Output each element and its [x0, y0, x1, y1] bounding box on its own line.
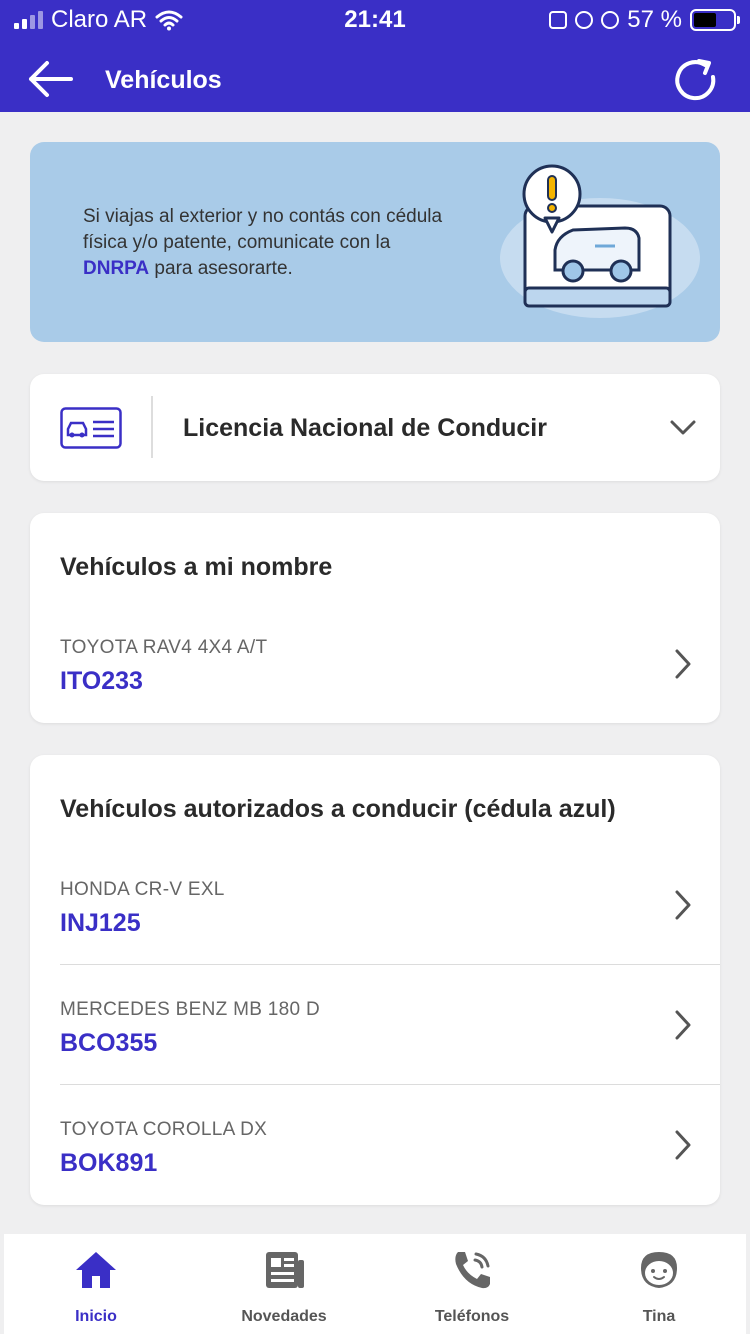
portrait-lock-icon — [549, 11, 568, 29]
nav-item-inicio[interactable]: Inicio — [21, 1248, 171, 1328]
chevron-down-icon[interactable] — [668, 412, 698, 442]
info-banner: Si viajas al exterior y no contás con cé… — [30, 142, 720, 342]
vehicle-row[interactable]: TOYOTA RAV4 4X4 A/T ITO233 — [30, 605, 720, 725]
vehicle-row[interactable]: MERCEDES BENZ MB 180 D BCO355 — [30, 965, 720, 1085]
news-icon — [266, 1252, 304, 1288]
banner-text-after: para asesorarte. — [149, 258, 293, 279]
chevron-right-icon — [675, 1010, 691, 1040]
banner-text: Si viajas al exterior y no contás con cé… — [83, 204, 453, 282]
vehicle-model: TOYOTA RAV4 4X4 A/T — [60, 637, 268, 658]
chevron-right-icon — [675, 890, 691, 920]
rotation-lock-icon — [575, 11, 594, 29]
home-icon — [76, 1252, 116, 1288]
battery-percent: 57 % — [627, 6, 682, 33]
refresh-button[interactable] — [668, 52, 724, 108]
license-card-icon — [60, 407, 122, 449]
nav-label: Tina — [642, 1308, 676, 1325]
nav-label: Teléfonos — [434, 1308, 510, 1325]
vehicle-model: TOYOTA COROLLA DX — [60, 1119, 268, 1140]
alarm-icon — [601, 11, 620, 29]
chevron-right-icon — [675, 1130, 691, 1160]
vehicle-plate: BCO355 — [60, 1029, 158, 1057]
nav-label: Novedades — [241, 1308, 327, 1325]
status-bar: Claro AR 21:41 57 % — [0, 0, 750, 40]
status-right: 57 % — [549, 6, 740, 34]
authorized-vehicles-card: Vehículos autorizados a conducir (cédula… — [30, 755, 720, 1205]
car-warning-illustration — [500, 164, 700, 318]
vehicle-plate: INJ125 — [60, 909, 141, 937]
arrow-left-icon — [29, 61, 73, 97]
license-separator — [151, 396, 153, 458]
vehicle-model: MERCEDES BENZ MB 180 D — [60, 999, 320, 1020]
app-header: Vehículos — [0, 44, 750, 112]
my-vehicles-card: Vehículos a mi nombre TOYOTA RAV4 4X4 A/… — [30, 513, 720, 723]
chevron-right-icon — [675, 649, 691, 679]
vehicle-model: HONDA CR-V EXL — [60, 879, 225, 900]
tina-avatar-icon — [641, 1252, 677, 1288]
vehicle-row[interactable]: HONDA CR-V EXL INJ125 — [30, 845, 720, 965]
vehicle-row[interactable]: TOYOTA COROLLA DX BOK891 — [30, 1085, 720, 1205]
refresh-icon — [675, 59, 716, 101]
banner-text-before: Si viajas al exterior y no contás con cé… — [83, 206, 443, 253]
license-title: Licencia Nacional de Conducir — [183, 414, 547, 442]
dnrpa-link[interactable]: DNRPA — [83, 258, 149, 279]
nav-item-novedades[interactable]: Novedades — [209, 1248, 359, 1328]
nav-item-telefonos[interactable]: Teléfonos — [397, 1248, 547, 1328]
back-button[interactable] — [22, 54, 78, 104]
my-vehicles-title: Vehículos a mi nombre — [60, 553, 333, 581]
license-card[interactable]: Licencia Nacional de Conducir — [30, 374, 720, 481]
top-bar: Claro AR 21:41 57 % Vehículos — [0, 0, 750, 112]
nav-item-tina[interactable]: Tina — [584, 1248, 734, 1328]
vehicle-plate: BOK891 — [60, 1149, 158, 1177]
page-title: Vehículos — [105, 66, 222, 94]
nav-label: Inicio — [75, 1308, 117, 1325]
bottom-nav: Inicio Novedades Teléfonos Tina — [0, 1230, 750, 1334]
vehicle-plate: ITO233 — [60, 667, 143, 695]
authorized-vehicles-title: Vehículos autorizados a conducir (cédula… — [60, 795, 616, 823]
battery-icon — [690, 9, 740, 31]
phone-icon — [455, 1252, 490, 1289]
